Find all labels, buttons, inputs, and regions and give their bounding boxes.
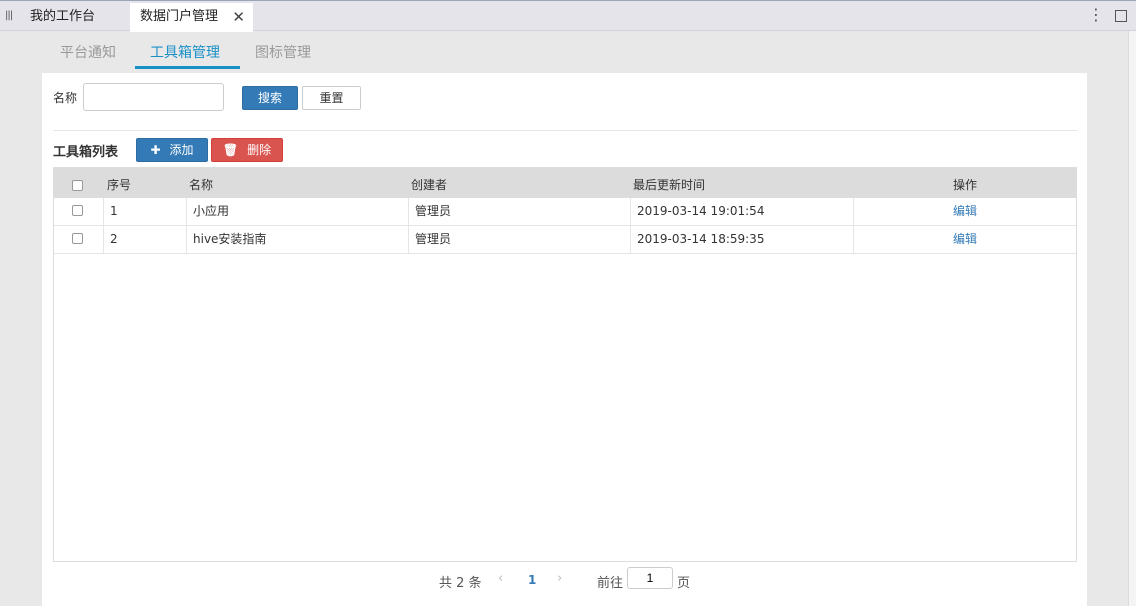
cell-name: 小应用 [186, 198, 408, 225]
checkbox-cell [54, 226, 103, 253]
tab-data-portal[interactable]: 数据门户管理 ✕ [130, 3, 253, 32]
tab-icon-management[interactable]: 图标管理 [255, 42, 311, 62]
divider [53, 130, 1077, 131]
header-index: 序号 [107, 178, 132, 192]
active-tab-indicator [135, 66, 240, 69]
search-name-input[interactable] [83, 83, 224, 111]
tab-toolbox-management[interactable]: 工具箱管理 [150, 42, 220, 62]
header-action: 操作 [953, 178, 978, 192]
row-checkbox[interactable] [72, 233, 83, 244]
tab-workbench[interactable]: 我的工作台 [20, 3, 105, 32]
add-button[interactable]: ✚ 添加 [136, 138, 208, 162]
pager-goto-label: 前往 [597, 576, 624, 591]
pager-page-1[interactable]: 1 [528, 573, 536, 587]
delete-button[interactable]: 🗑 删除 [211, 138, 283, 162]
search-button[interactable]: 搜索 [242, 86, 298, 110]
checkbox-cell [54, 198, 103, 225]
header-creator: 创建者 [411, 178, 448, 192]
pager-page-suffix: 页 [677, 576, 691, 591]
tab-platform-notice[interactable]: 平台通知 [60, 42, 116, 62]
cell-creator: 管理员 [408, 198, 630, 225]
toolbox-table: 序号 名称 创建者 最后更新时间 操作 1 小应用 管理员 2019-03-14… [53, 167, 1077, 562]
select-all-checkbox[interactable] [72, 180, 83, 191]
pager-goto-input[interactable] [627, 567, 673, 589]
cell-action: 编辑 [853, 198, 1076, 225]
table-row[interactable]: 1 小应用 管理员 2019-03-14 19:01:54 编辑 [54, 198, 1076, 226]
table-row[interactable]: 2 hive安装指南 管理员 2019-03-14 18:59:35 编辑 [54, 226, 1076, 254]
close-icon[interactable]: ✕ [232, 3, 245, 31]
tab-data-portal-label: 数据门户管理 [140, 9, 219, 24]
header-updated: 最后更新时间 [633, 178, 706, 192]
edit-link[interactable]: 编辑 [953, 204, 977, 218]
cell-action: 编辑 [853, 226, 1076, 253]
vertical-scrollbar[interactable] [1128, 31, 1136, 606]
maximize-icon[interactable] [1115, 10, 1127, 22]
pager-total: 共 2 条 [439, 576, 482, 591]
cell-name: hive安装指南 [186, 226, 408, 253]
kebab-icon[interactable]: ⋮ [1088, 7, 1104, 23]
header-name: 名称 [189, 178, 214, 192]
add-button-label: 添加 [169, 143, 194, 157]
list-title: 工具箱列表 [53, 145, 119, 160]
sub-tabs: 平台通知 工具箱管理 图标管理 [42, 32, 1087, 69]
plus-icon: ✚ [150, 143, 161, 157]
top-tab-bar: ||| 我的工作台 数据门户管理 ✕ ⋮ [0, 0, 1136, 32]
grip-icon[interactable]: ||| [5, 10, 13, 21]
cell-updated: 2019-03-14 18:59:35 [630, 226, 853, 253]
search-name-label: 名称 [53, 91, 78, 105]
delete-button-label: 删除 [247, 143, 272, 157]
tab-workbench-label: 我的工作台 [30, 9, 96, 24]
trash-icon: 🗑 [222, 143, 239, 157]
cell-index: 1 [103, 198, 186, 225]
row-checkbox[interactable] [72, 205, 83, 216]
table-header: 序号 名称 创建者 最后更新时间 操作 [54, 168, 1076, 198]
cell-index: 2 [103, 226, 186, 253]
main-panel: 名称 搜索 重置 工具箱列表 ✚ 添加 🗑 删除 序号 名称 创建者 最后更新时间 … [42, 73, 1087, 606]
chevron-right-icon[interactable]: › [557, 571, 562, 586]
reset-button[interactable]: 重置 [302, 86, 361, 110]
cell-creator: 管理员 [408, 226, 630, 253]
chevron-left-icon[interactable]: ‹ [498, 571, 503, 586]
cell-updated: 2019-03-14 19:01:54 [630, 198, 853, 225]
edit-link[interactable]: 编辑 [953, 232, 977, 246]
